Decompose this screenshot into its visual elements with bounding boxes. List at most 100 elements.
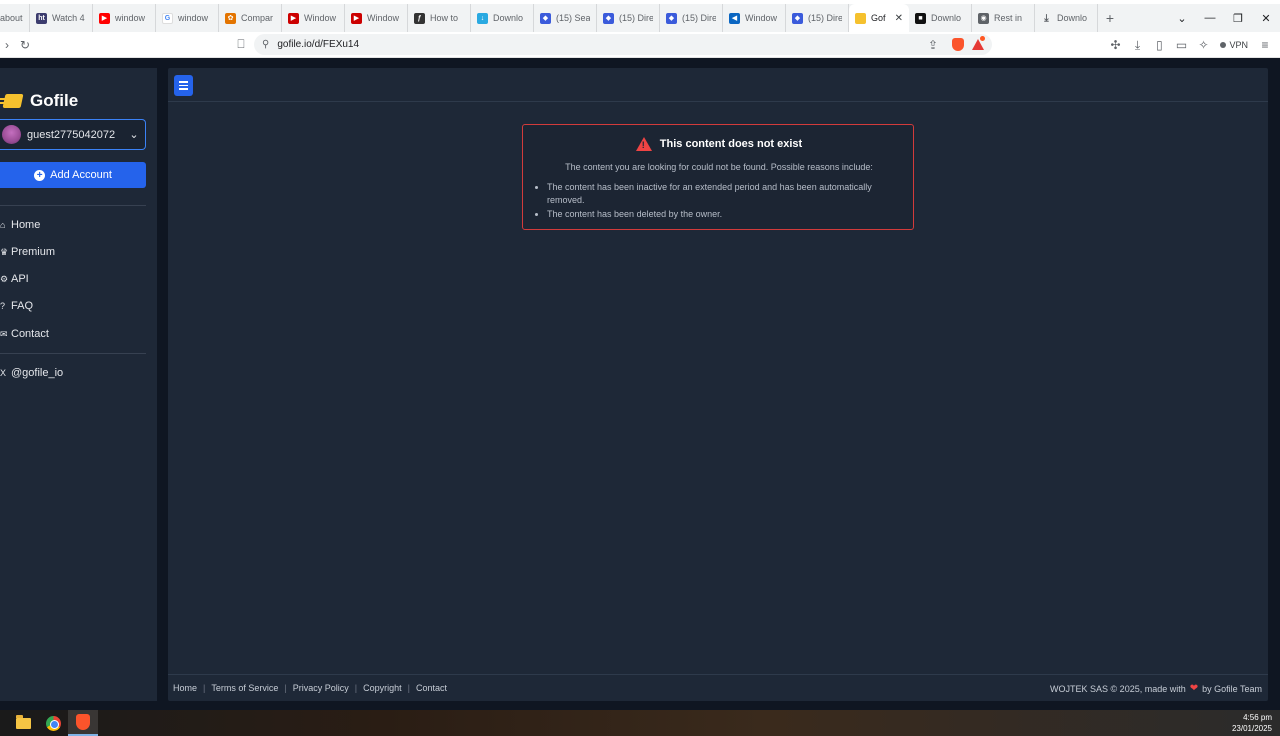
footer-link-terms[interactable]: Terms of Service [211,683,278,693]
gear-icon: ⚙ [0,273,9,284]
sidebar-divider [0,205,146,206]
new-tab-button[interactable]: + [1098,4,1122,32]
add-account-button[interactable]: + Add Account [0,162,146,188]
browser-tab[interactable]: ■ Downlo [909,4,972,32]
gofile-logo-icon [0,92,24,110]
sidebar-item-home[interactable]: ⌂ Home [0,215,146,235]
footer-copyright: WOJTEK SAS © 2025, made with ❤ by Gofile… [1050,683,1262,694]
tab-title: Rest in [994,13,1023,23]
web-page: Gofile guest2775042072 ⌄ + Add Account ⌂… [0,58,1280,710]
browser-tab[interactable]: ◀ Window [723,4,786,32]
url-text[interactable]: gofile.io/d/FEXu14 [277,39,359,50]
browser-tab-active[interactable]: Gof ✕ [849,4,909,32]
browser-tab[interactable]: ht Watch 4 [30,4,93,32]
tab-title: Watch 4 [52,13,85,23]
brave-rewards-icon[interactable] [972,36,985,50]
bookmark-icon[interactable]: ⎕ [230,37,252,52]
brave-shields-icon[interactable] [952,38,964,51]
close-icon[interactable]: ✕ [895,13,903,24]
downloads-icon[interactable]: ⤓ [1126,38,1148,53]
brave-button[interactable] [68,710,98,736]
browser-tab[interactable]: G window [156,4,219,32]
vpn-button[interactable]: VPN [1214,40,1254,50]
clock-date: 23/01/2025 [1231,724,1272,733]
reload-icon[interactable]: ↻ [14,38,36,52]
browser-tab[interactable]: ◆ (15) Dire [597,4,660,32]
folder-icon [15,714,31,729]
browser-tab[interactable]: ▶ Window [282,4,345,32]
header-divider [168,101,1268,102]
tab-title: (15) Dire [682,13,716,23]
tab-title: (15) Sea [556,13,590,23]
youtube-icon: ▶ [351,12,362,24]
chevron-down-icon[interactable]: ⌄ [1168,12,1196,25]
footer-divider [168,674,1268,675]
ht-icon: ht [36,12,47,24]
browser-tab[interactable]: ⤓ Downlo [1035,4,1098,32]
sidebar-item-api[interactable]: ⚙ API [0,269,146,289]
tab-title: window [115,13,146,23]
system-clock[interactable]: 4:56 pm 23/01/2025 [1232,712,1272,734]
browser-tab[interactable]: ◆ (15) Dire [660,4,723,32]
browser-tab[interactable]: ◆ (15) Dire [786,4,849,32]
menu-toggle-button[interactable] [174,75,193,96]
browser-tab[interactable]: ◆ (15) Sea [534,4,597,32]
browser-tab[interactable]: about:w [0,4,30,32]
sidebar-item-social[interactable]: X @gofile_io [0,363,146,383]
sidebar-item-faq[interactable]: ? FAQ [0,296,146,316]
wallet-icon[interactable]: ▭ [1170,38,1192,52]
share-icon[interactable]: ⇪ [922,38,944,52]
browser-tab[interactable]: ƒ How to [408,4,471,32]
browser-toolbar: › ↻ ⎕ ⚲ gofile.io/d/FEXu14 ⇪ ✣ ⤓ ▯ ▭ ✧ V… [0,32,1280,58]
bird-icon: ◀ [729,12,740,24]
sidebar-icon[interactable]: ▯ [1148,38,1170,52]
footer-link-privacy[interactable]: Privacy Policy [293,683,349,693]
browser-tab[interactable]: ↓ Downlo [471,4,534,32]
error-alert: This content does not exist The content … [522,124,914,230]
site-settings-icon[interactable]: ⚲ [262,39,269,50]
alert-description: The content you are looking for could no… [565,162,873,172]
avatar [2,125,21,144]
footer-link-copyright[interactable]: Copyright [363,683,402,693]
copyright-suffix: by Gofile Team [1202,683,1262,694]
tab-title: Downlo [1057,13,1088,23]
vpn-status-icon [1220,42,1227,48]
tab-title: Gof [871,13,886,23]
sidebar-item-label: Premium [11,246,56,258]
browser-tab[interactable]: ▶ Window [345,4,408,32]
browser-tab[interactable]: ▶ window [93,4,156,32]
browser-tab[interactable]: ◉ Rest in [972,4,1035,32]
footer-separator: | [284,683,287,693]
file-explorer-button[interactable] [8,710,38,736]
window-controls: ⌄ — ❐ ✕ [1168,4,1280,32]
sidebar-item-premium[interactable]: ♛ Premium [0,242,146,262]
brand-logo[interactable]: Gofile [0,90,78,112]
sidebar-item-label: @gofile_io [11,367,64,379]
close-window-icon[interactable]: ✕ [1252,12,1280,25]
tab-title: Window [745,13,778,23]
menu-icon[interactable]: ≡ [1254,38,1276,52]
footer-link-home[interactable]: Home [173,683,197,693]
minimize-icon[interactable]: — [1196,12,1224,24]
main-content: This content does not exist The content … [168,68,1268,701]
vpn-label: VPN [1229,40,1248,50]
sidebar-item-label: Contact [11,328,49,340]
tab-title: Compar [241,13,274,23]
footer-link-contact[interactable]: Contact [416,683,447,693]
chrome-button[interactable] [38,710,68,736]
browser-tab[interactable]: ✿ Compar [219,4,282,32]
restore-icon[interactable]: ❐ [1224,12,1252,25]
youtube-icon: ▶ [99,12,110,24]
leo-ai-icon[interactable]: ✧ [1192,38,1214,52]
extensions-icon[interactable]: ✣ [1104,38,1126,52]
shield-icon: ◆ [666,12,677,24]
home-icon: ⌂ [0,220,6,230]
account-select[interactable]: guest2775042072 ⌄ [0,119,146,150]
address-bar[interactable]: ⚲ gofile.io/d/FEXu14 ⇪ [254,34,992,55]
sidebar: Gofile guest2775042072 ⌄ + Add Account ⌂… [0,68,157,701]
sidebar-item-label: FAQ [11,300,34,312]
omnibox-actions: ⇪ [922,34,985,55]
forward-icon[interactable]: › [0,38,14,52]
sidebar-item-contact[interactable]: ✉ Contact [0,324,146,344]
globe-icon: ◉ [978,12,989,24]
